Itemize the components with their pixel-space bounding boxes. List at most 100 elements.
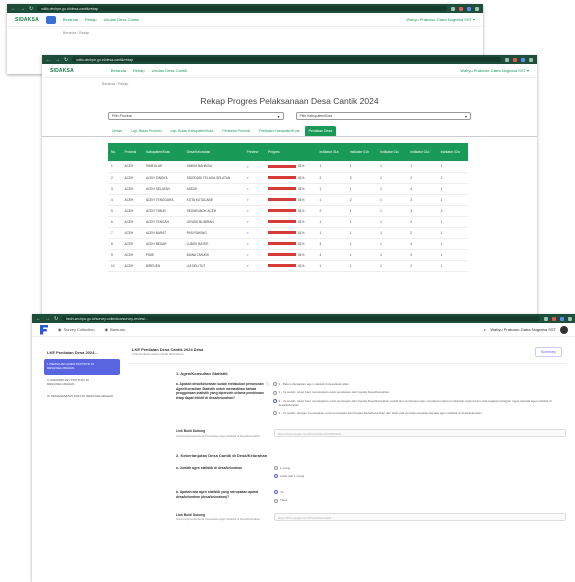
back-icon[interactable]: ← — [36, 316, 41, 322]
link-bukti-input[interactable]: https://drive.google.com/drive/folders/1… — [274, 512, 566, 521]
nav-beranda[interactable]: Beranda — [63, 17, 78, 22]
extension-icon[interactable] — [451, 6, 455, 11]
search-icon[interactable]: ⌕ — [247, 263, 249, 268]
nav-usulan[interactable]: Usulan Desa Cantik — [104, 17, 139, 22]
address-bar[interactable]: sdkb.dechpe.go.id/desa-cantik/rekap — [72, 57, 501, 62]
extension-icon[interactable] — [552, 316, 556, 321]
extension-icon[interactable] — [505, 57, 509, 62]
radio-option[interactable]: 1 - Ya sudah, tetapi baru menetapkan sur… — [272, 390, 567, 395]
profile-icon[interactable] — [529, 57, 533, 62]
reload-icon[interactable]: ↻ — [64, 57, 68, 63]
table-cell: 7 — [108, 227, 122, 239]
nav-survey-collection-label: Survey Collection — [63, 327, 95, 332]
sidebar-item-section-1[interactable]: I. PEMILIHAN AGEN STATISTIK DI DESA/KELU… — [44, 359, 120, 375]
back-icon[interactable]: ← — [46, 57, 51, 63]
sidebar-item-section-2[interactable]: II. KEMAMPUAN STATISTIK DI DESA/KELURAHA… — [44, 375, 120, 391]
radio-button[interactable] — [274, 474, 278, 479]
table-cell: 1 — [437, 183, 468, 195]
forward-icon[interactable]: → — [55, 57, 60, 63]
tab-penilaian-desa[interactable]: Penilaian Desa — [304, 126, 337, 136]
progress-value: 81% — [298, 186, 305, 191]
tab-penilaian-provinsi[interactable]: Penilaian Provinsi — [218, 126, 254, 136]
radio-option[interactable]: 3 - Ya sudah, dengan menetapkan surat pe… — [272, 410, 567, 415]
nav-bantuan[interactable]: ◉ Bantuan — [105, 327, 125, 332]
search-icon[interactable]: ⌕ — [247, 230, 249, 235]
profile-icon[interactable] — [568, 316, 572, 321]
nav-rekap[interactable]: Rekap — [133, 68, 145, 73]
radio-button[interactable] — [272, 398, 277, 403]
fasih-logo-icon[interactable] — [40, 324, 48, 335]
radio-option[interactable]: Tidak — [274, 498, 566, 503]
link-bukti-input[interactable]: https://drive.google.com/drive/folders/1… — [274, 428, 566, 437]
extension-icon[interactable] — [544, 316, 548, 321]
extension-icon[interactable] — [513, 57, 517, 62]
radio-button[interactable] — [274, 498, 278, 503]
radio-option[interactable]: 0 - Belum ditetapkan agen statistik di d… — [272, 382, 567, 387]
user-menu[interactable]: ◐ Wahyu Prabowo Gatra Nugraha SST — [484, 325, 568, 334]
browser-toolbar: ← → ↻ fasih-sm.bps.go.id/survey-collecti… — [32, 314, 575, 323]
radio-button[interactable] — [274, 490, 278, 495]
address-bar[interactable]: sdkb.dechpe.go.id/desa-cantik/rekap — [37, 6, 447, 11]
extension-icon[interactable] — [521, 57, 525, 62]
forward-icon[interactable]: → — [20, 6, 25, 12]
kabkota-select[interactable]: Pilih Kabupaten/Kota ▾ — [295, 112, 471, 120]
reload-icon[interactable]: ↻ — [54, 316, 58, 322]
progress-bar — [268, 176, 297, 179]
radio-option[interactable]: 1 orang — [274, 466, 566, 470]
sidebar-item-section-3[interactable]: III. PEMANFAATAN DATA DI DESA/KELURAHAN — [44, 391, 120, 403]
radio-button[interactable] — [272, 382, 277, 387]
avatar[interactable] — [560, 325, 568, 334]
table-cell: 1 — [108, 161, 122, 173]
nav-usulan[interactable]: Usulan Desa Cantik — [152, 68, 187, 73]
table-cell: 3 — [108, 183, 122, 195]
question-options: Ya Tidak — [274, 490, 566, 507]
radio-option[interactable]: Lebih dari 1 orang — [274, 474, 566, 479]
radio-option[interactable]: 2 - Ya sudah, tetapi baru menetapkan sur… — [272, 398, 567, 407]
radio-button[interactable] — [272, 410, 277, 415]
search-icon[interactable]: ⌕ — [247, 208, 249, 213]
table-cell: 1 — [407, 161, 438, 173]
summary-button[interactable]: Summary — [535, 347, 562, 357]
survey-header: LKE Penilaian Desa Cantik 2024 Desa LKE … — [128, 344, 566, 364]
tab-lap-bulan-kabkota[interactable]: Lap. Bulan Kabupaten/Kota — [166, 126, 217, 136]
column-header: Kabupaten/Kota — [142, 143, 184, 161]
back-icon[interactable]: ← — [11, 6, 16, 12]
app-logo[interactable]: SIDAKSA — [50, 68, 74, 74]
search-icon[interactable]: ⌕ — [247, 164, 249, 169]
nav-survey-collection[interactable]: ◉ Survey Collection — [58, 327, 95, 332]
table-cell: LENGKI BLIBIRAN — [183, 216, 244, 228]
radio-option[interactable]: Ya — [274, 490, 566, 495]
radio-button[interactable] — [274, 465, 278, 470]
table-cell: 1 — [316, 227, 347, 239]
nav-rekap[interactable]: Rekap — [85, 17, 97, 22]
app-logo[interactable]: SIDAKSA — [15, 17, 39, 23]
provinsi-select[interactable]: Pilih Provinsi ▾ — [108, 112, 284, 120]
tab-lap-bulan-provinsi[interactable]: Lap. Bulan Provinsi — [127, 126, 165, 136]
reload-icon[interactable]: ↻ — [29, 6, 33, 12]
question-1: a. Apakah desa/kelurahan sudah melakukan… — [176, 382, 566, 419]
table-cell: ACEH — [121, 194, 143, 206]
search-icon[interactable]: ⌕ — [247, 175, 249, 180]
search-icon[interactable]: ⌕ — [247, 241, 249, 246]
user-menu[interactable]: Wahyu Prabowo Gatra Nugraha SST ▾ — [460, 68, 529, 73]
search-icon[interactable]: ⌕ — [247, 252, 249, 257]
user-menu[interactable]: Wahyu Prabowo Gatra Nugraha SST ▾ — [406, 17, 475, 22]
profile-icon[interactable] — [475, 6, 479, 11]
tab-umum[interactable]: Umum — [108, 126, 126, 136]
nav-beranda[interactable]: Beranda — [111, 68, 126, 73]
radio-button[interactable] — [272, 390, 277, 395]
table-cell: 4 — [316, 249, 347, 261]
forward-icon[interactable]: → — [45, 316, 50, 322]
tab-penilaian-kabkota[interactable]: Penilaian Kabupaten/Kota — [255, 126, 303, 136]
search-icon[interactable]: ⌕ — [247, 186, 249, 191]
search-icon[interactable]: ⌕ — [247, 197, 249, 202]
address-bar[interactable]: fasih-sm.bps.go.id/survey-collection/sur… — [62, 316, 540, 321]
extension-icon[interactable] — [459, 6, 463, 11]
extension-icon[interactable] — [467, 6, 471, 11]
search-icon[interactable]: ⌕ — [247, 219, 249, 224]
extension-icon[interactable] — [560, 316, 564, 321]
table-cell: 1 — [316, 260, 347, 272]
kabkota-select-value: Pilih Kabupaten/Kota — [299, 114, 333, 118]
theme-toggle-icon[interactable]: ◐ — [484, 327, 486, 332]
info-icon[interactable]: ⓘ — [266, 382, 270, 419]
